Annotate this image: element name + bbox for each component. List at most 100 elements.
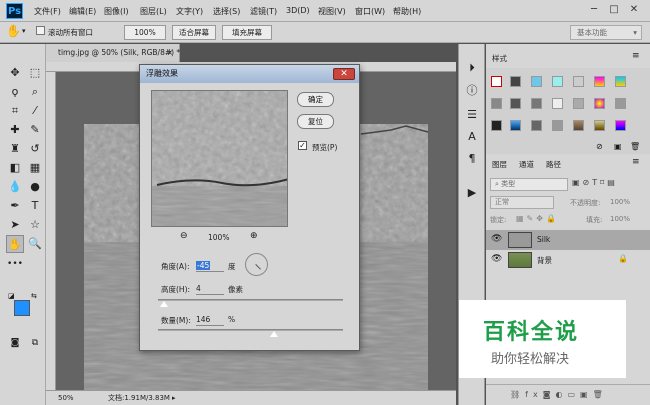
screen-mode-icon[interactable]: ⧉ <box>26 334 44 352</box>
angle-dial[interactable] <box>245 253 268 276</box>
eyedropper-icon[interactable]: ⁄ <box>26 102 44 120</box>
lock-icons[interactable]: ▦✎✥🔒 <box>516 214 559 223</box>
new-style-icon[interactable]: ⊘ <box>596 142 603 151</box>
style-swatch[interactable] <box>573 76 584 87</box>
visibility-eye-icon[interactable]: 👁 <box>491 254 502 264</box>
blur-tool-icon[interactable]: 💧 <box>6 178 24 196</box>
layer-row-silk[interactable]: 👁 Silk <box>486 230 650 250</box>
fit-screen-button[interactable]: 适合屏幕 <box>172 25 216 40</box>
amount-input[interactable]: 146 <box>196 314 224 326</box>
layer-row-background[interactable]: 👁 背景 🔒 <box>486 250 650 270</box>
foreground-color-swatch[interactable] <box>14 300 30 316</box>
scroll-all-checkbox[interactable] <box>36 26 45 35</box>
zoom-tool-icon[interactable]: 🔍 <box>26 235 44 253</box>
tab-layers[interactable]: 图层 <box>492 159 507 170</box>
menu-select[interactable]: 选择(S) <box>213 6 240 17</box>
crop-tool-icon[interactable]: ⌗ <box>6 102 24 120</box>
history-brush-icon[interactable]: ↺ <box>26 140 44 158</box>
menu-window[interactable]: 窗口(W) <box>355 6 385 17</box>
menu-edit[interactable]: 编辑(E) <box>69 6 96 17</box>
style-swatch[interactable] <box>594 120 605 131</box>
menu-image[interactable]: 图像(I) <box>104 6 129 17</box>
eraser-icon[interactable]: ◧ <box>6 159 24 177</box>
zoom-in-icon[interactable]: ⊕ <box>250 231 258 241</box>
minimize-button[interactable]: ─ <box>586 3 602 18</box>
preview-checkbox[interactable]: ✓ <box>298 141 307 150</box>
clone-stamp-icon[interactable]: ♜ <box>6 140 24 158</box>
angle-input[interactable]: -45 <box>196 260 224 272</box>
style-swatch[interactable] <box>573 120 584 131</box>
style-swatch[interactable] <box>510 120 521 131</box>
brush-tool-icon[interactable]: ✎ <box>26 121 44 139</box>
layer-kind-filter[interactable]: ⌕ 类型 <box>490 178 568 191</box>
tab-channels[interactable]: 通道 <box>519 159 534 170</box>
style-swatch[interactable] <box>552 120 563 131</box>
chevron-right-icon[interactable]: ▸ <box>172 391 176 405</box>
character-panel-icon[interactable]: A <box>463 128 481 146</box>
style-swatch[interactable] <box>594 98 605 109</box>
height-input[interactable]: 4 <box>196 283 224 295</box>
menu-filter[interactable]: 滤镜(T) <box>250 6 277 17</box>
gradient-icon[interactable]: ▦ <box>26 159 44 177</box>
default-colors-icon[interactable]: ◪ <box>8 292 15 300</box>
hand-tool-icon[interactable]: ✋ <box>6 235 24 253</box>
layers-footer-icons[interactable]: ⛓fx◙◐▭▣🗑 <box>486 384 650 405</box>
document-tab[interactable]: timg.jpg @ 50% (Silk, RGB/8#) * × <box>46 44 180 62</box>
pen-tool-icon[interactable]: ✒ <box>6 197 24 215</box>
close-tab-icon[interactable]: × <box>167 44 173 62</box>
more-tools-icon[interactable]: ••• <box>6 255 24 273</box>
delete-style-icon[interactable]: 🗑 <box>630 142 640 151</box>
zoom-level[interactable]: 50% <box>58 391 74 405</box>
style-none-swatch[interactable] <box>491 76 502 87</box>
chevron-down-icon[interactable]: ▾ <box>22 27 26 35</box>
lasso-tool-icon[interactable]: ϙ <box>6 83 24 101</box>
style-swatch[interactable] <box>531 98 542 109</box>
amount-slider-thumb[interactable] <box>269 331 278 337</box>
move-tool-icon[interactable]: ✥ <box>6 64 24 82</box>
properties-panel-icon[interactable]: ☰ <box>463 106 481 124</box>
style-swatch[interactable] <box>615 98 626 109</box>
fill-screen-button[interactable]: 填充屏幕 <box>222 25 272 40</box>
style-swatch[interactable] <box>491 98 502 109</box>
menu-help[interactable]: 帮助(H) <box>393 6 421 17</box>
height-slider-track[interactable] <box>158 299 343 301</box>
swap-colors-icon[interactable]: ⇆ <box>31 292 37 300</box>
quick-select-icon[interactable]: ⌕ <box>26 83 44 101</box>
new-style-button[interactable]: ▣ <box>614 142 622 151</box>
dodge-tool-icon[interactable]: ● <box>26 178 44 196</box>
style-swatch[interactable] <box>615 120 626 131</box>
dialog-close-button[interactable]: ✕ <box>333 68 355 80</box>
style-swatch[interactable] <box>510 76 521 87</box>
style-swatch[interactable] <box>573 98 584 109</box>
style-swatch[interactable] <box>531 76 542 87</box>
style-swatch[interactable] <box>510 98 521 109</box>
style-swatch[interactable] <box>491 120 502 131</box>
menu-3d[interactable]: 3D(D) <box>286 6 310 15</box>
menu-view[interactable]: 视图(V) <box>318 6 346 17</box>
style-swatch[interactable] <box>615 76 626 87</box>
tab-paths[interactable]: 路径 <box>546 159 561 170</box>
path-select-icon[interactable]: ➤ <box>6 216 24 234</box>
hand-tool-icon[interactable]: ✋ <box>6 24 21 38</box>
paragraph-panel-icon[interactable]: ¶ <box>463 150 481 168</box>
type-tool-icon[interactable]: T <box>26 197 44 215</box>
panel-menu-icon[interactable]: ≡ <box>632 157 640 167</box>
reset-button[interactable]: 复位 <box>297 114 334 129</box>
visibility-eye-icon[interactable]: 👁 <box>491 234 502 244</box>
style-swatch[interactable] <box>594 76 605 87</box>
fill-value[interactable]: 100% <box>610 215 630 223</box>
workspace-select[interactable]: 基本功能 ▾ <box>570 25 642 40</box>
healing-brush-icon[interactable]: ✚ <box>6 121 24 139</box>
close-window-button[interactable]: ✕ <box>626 3 642 18</box>
actions-panel-icon[interactable]: ▶ <box>463 184 481 202</box>
style-swatch[interactable] <box>552 98 563 109</box>
style-swatch[interactable] <box>552 76 563 87</box>
menu-layer[interactable]: 图层(L) <box>140 6 167 17</box>
info-panel-icon[interactable]: ⓘ <box>463 82 481 100</box>
zoom-100-button[interactable]: 100% <box>124 25 166 40</box>
tab-styles[interactable]: 样式 <box>492 53 507 64</box>
panel-menu-icon[interactable]: ≡ <box>632 51 640 61</box>
marquee-tool-icon[interactable]: ⬚ <box>26 64 44 82</box>
quick-mask-icon[interactable]: ◙ <box>6 334 24 352</box>
filter-icons[interactable]: ▣⊘T⌑▤ <box>572 178 618 187</box>
